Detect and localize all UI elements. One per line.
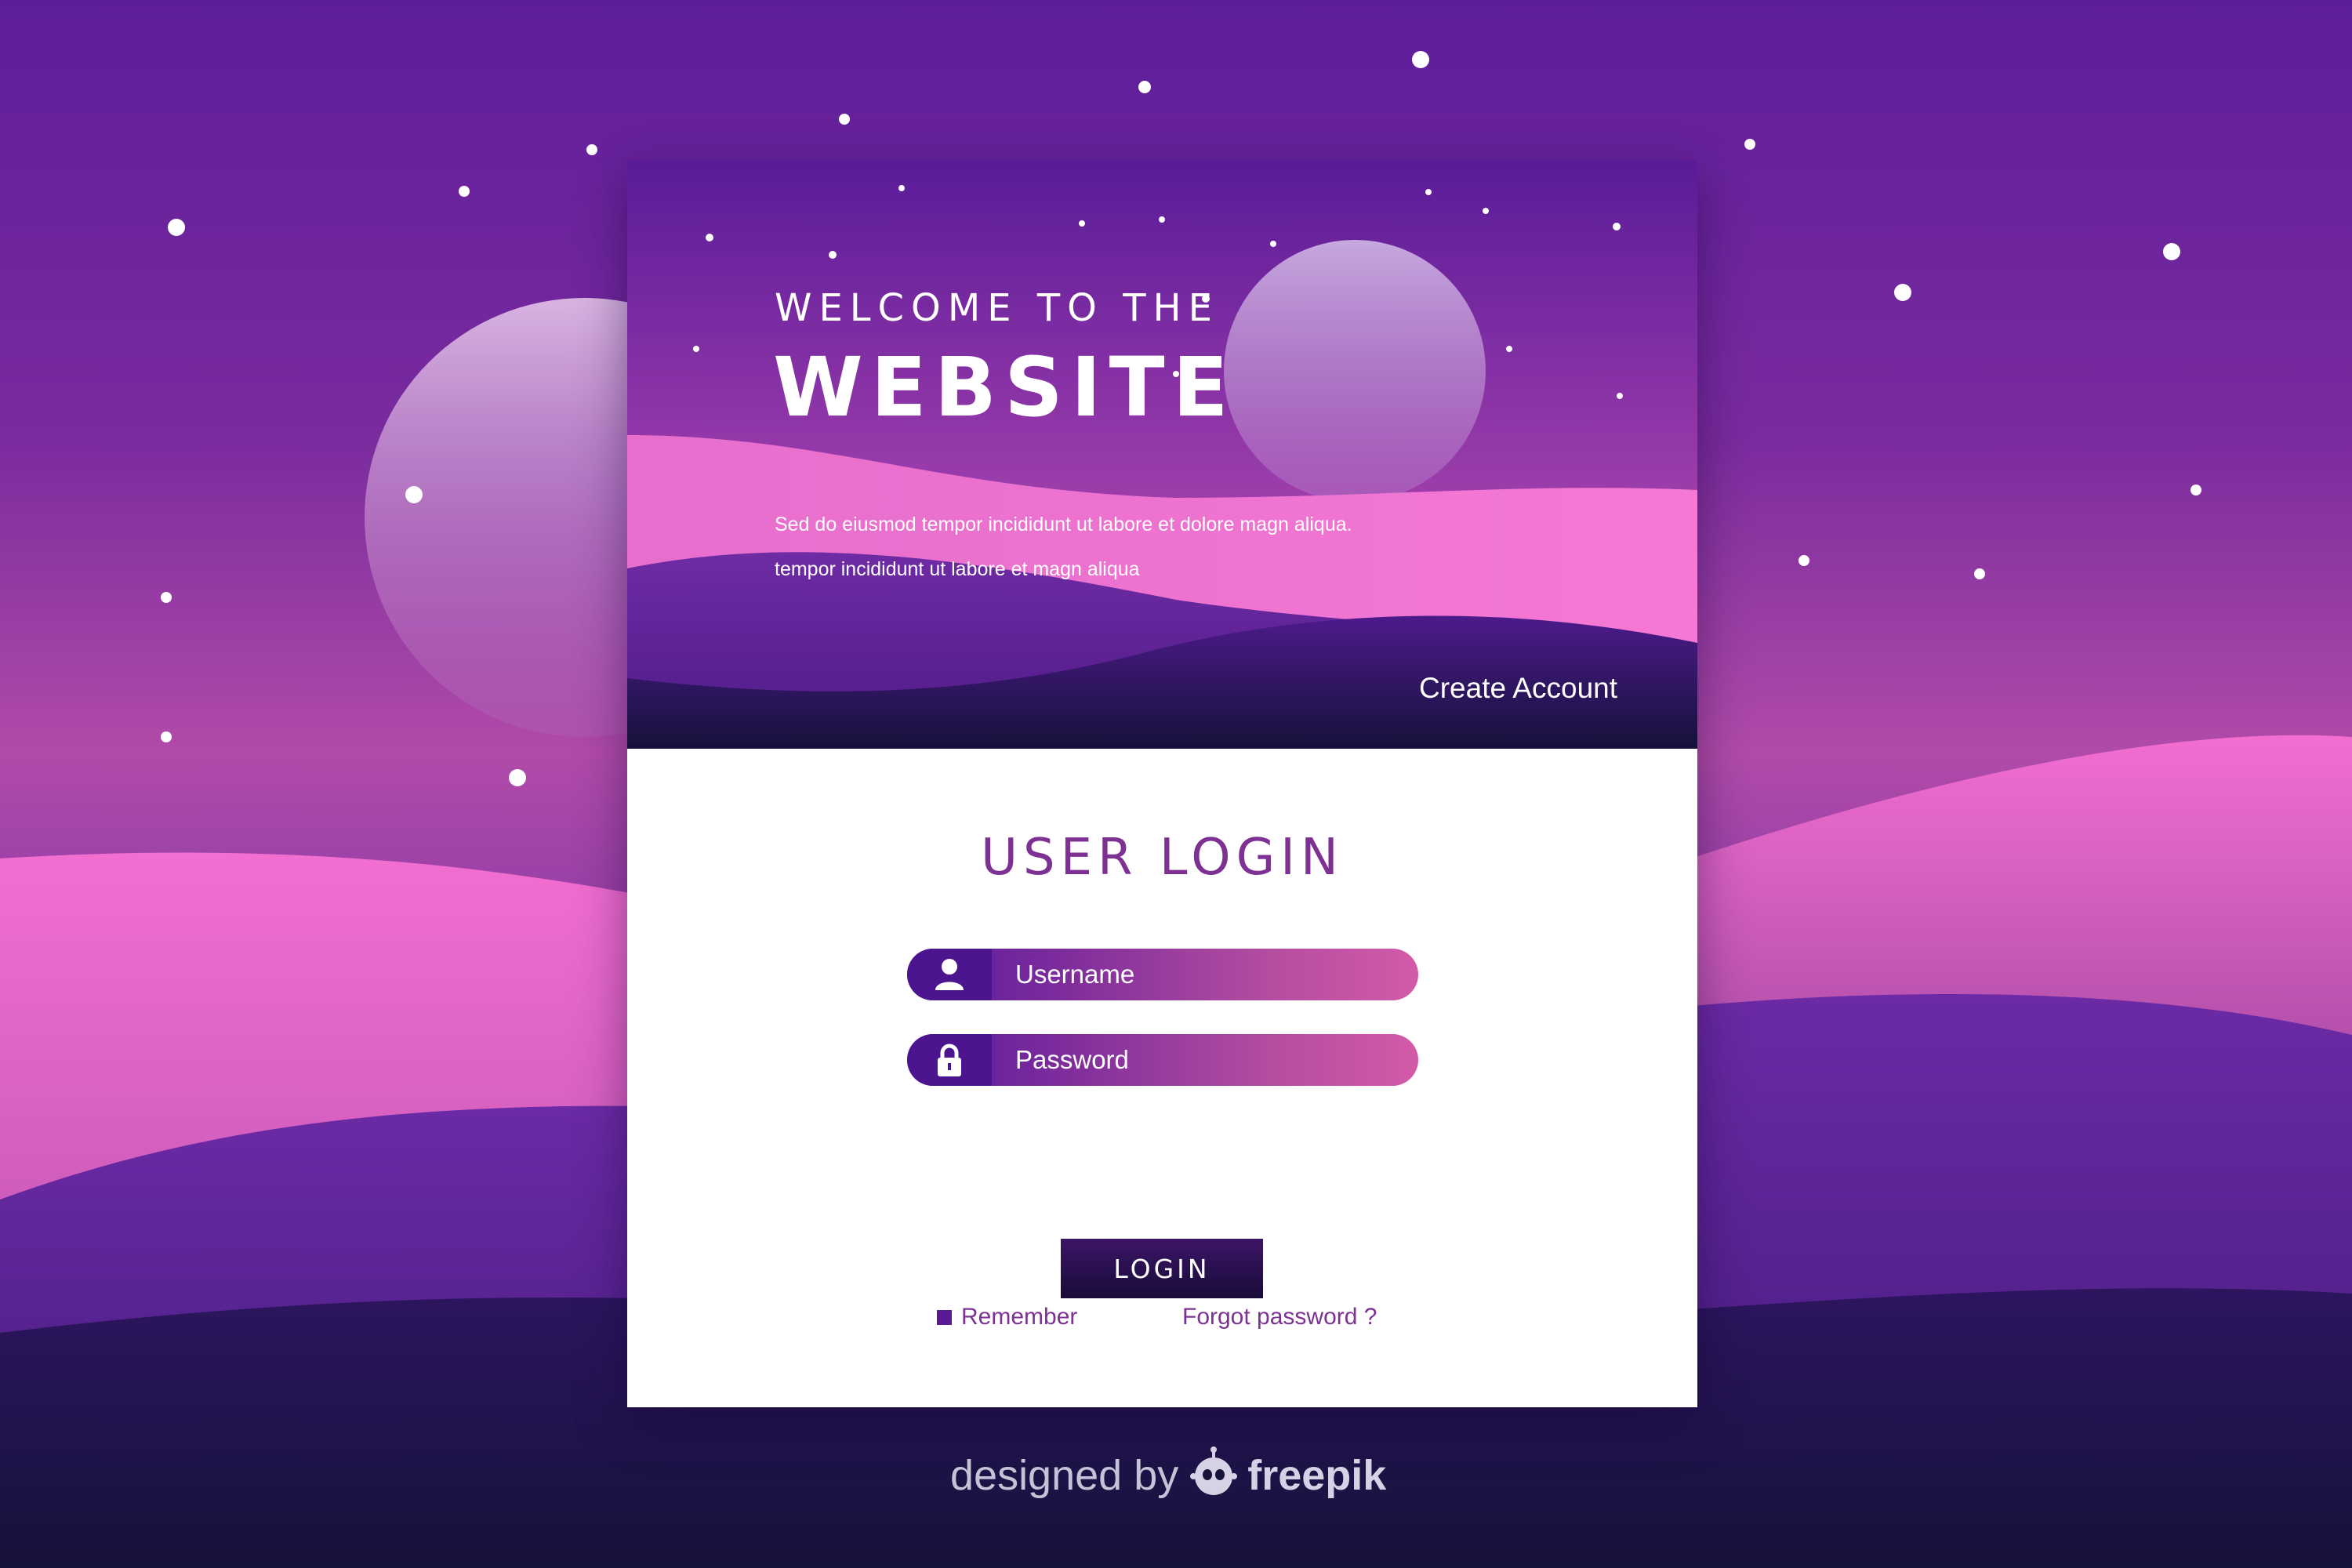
freepik-credit: designed by freepik <box>950 1444 1386 1507</box>
credit-prefix: designed by <box>950 1452 1179 1499</box>
lock-icon <box>907 1034 992 1086</box>
login-card: WELCOME TO THE WEBSITE Sed do eiusmod te… <box>627 161 1697 1407</box>
welcome-line: WELCOME TO THE <box>775 286 1219 330</box>
user-login-title: USER LOGIN <box>981 829 1344 887</box>
freepik-logo-icon <box>1189 1445 1238 1507</box>
login-button[interactable]: LOGIN <box>1061 1239 1263 1298</box>
remember-checkbox[interactable]: Remember <box>937 1304 1077 1330</box>
username-field[interactable] <box>907 949 1418 1000</box>
hero-description-line-2: tempor incididunt ut labore et magn aliq… <box>775 558 1140 580</box>
remember-checkbox-box[interactable] <box>937 1309 952 1325</box>
hero-banner: WELCOME TO THE WEBSITE Sed do eiusmod te… <box>627 161 1697 749</box>
password-field[interactable] <box>907 1034 1418 1086</box>
website-title: WEBSITE <box>773 339 1236 435</box>
remember-label: Remember <box>961 1304 1078 1330</box>
hero-description-line-1: Sed do eiusmod tempor incididunt ut labo… <box>775 514 1352 535</box>
hero-moon <box>1224 240 1486 502</box>
forgot-password-link[interactable]: Forgot password ? <box>1182 1304 1377 1330</box>
create-account-link[interactable]: Create Account <box>1419 672 1617 705</box>
password-input[interactable] <box>992 1034 1418 1086</box>
user-icon <box>907 949 992 1000</box>
hero-illustration <box>627 161 1697 749</box>
username-input[interactable] <box>992 949 1418 1000</box>
credit-brand: freepik <box>1247 1452 1387 1499</box>
